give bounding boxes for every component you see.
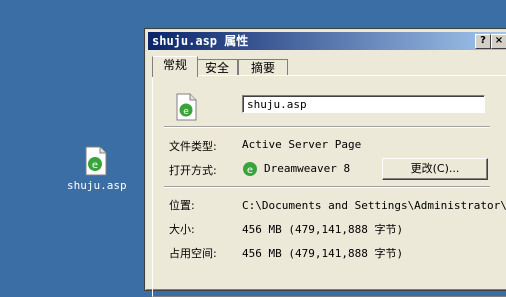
dreamweaver-file-icon: e: [175, 93, 199, 121]
help-button[interactable]: ?: [475, 34, 491, 49]
file-name-field[interactable]: shuju.asp: [242, 95, 485, 113]
tab-summary[interactable]: 摘要: [238, 59, 288, 76]
divider: [164, 126, 490, 128]
size-label: 大小:: [169, 223, 195, 236]
svg-text:e: e: [247, 165, 253, 176]
svg-text:e: e: [92, 160, 98, 171]
close-button[interactable]: ×: [491, 34, 506, 49]
svg-text:e: e: [183, 107, 189, 117]
size-on-disk-value: 456 MB (479,141,888 字节): [242, 247, 404, 260]
open-with-value: Dreamweaver 8: [264, 162, 351, 175]
change-button[interactable]: 更改(C)...: [382, 158, 488, 180]
size-on-disk-label: 占用空间:: [169, 247, 217, 260]
divider: [164, 186, 490, 188]
location-value: C:\Documents and Settings\Administrator\…: [242, 199, 506, 212]
desktop-file-label: shuju.asp: [67, 179, 127, 192]
properties-dialog: shuju.asp 属性 ? × 常规 安全 摘要 e shuju.asp 文件…: [145, 29, 506, 297]
open-with-label: 打开方式:: [169, 164, 217, 177]
dreamweaver-file-icon: e: [83, 146, 109, 176]
dialog-title: shuju.asp 属性: [152, 34, 249, 48]
dreamweaver-app-icon: e: [242, 161, 258, 177]
file-type-label: 文件类型:: [169, 140, 217, 153]
file-type-value: Active Server Page: [242, 138, 362, 151]
desktop-file-shuju[interactable]: e shuju.asp: [66, 146, 127, 192]
location-label: 位置:: [169, 199, 195, 212]
titlebar[interactable]: shuju.asp 属性 ? ×: [148, 32, 506, 50]
size-value: 456 MB (479,141,888 字节): [242, 223, 404, 236]
tab-general[interactable]: 常规: [152, 56, 198, 77]
tab-security[interactable]: 安全: [196, 59, 238, 76]
